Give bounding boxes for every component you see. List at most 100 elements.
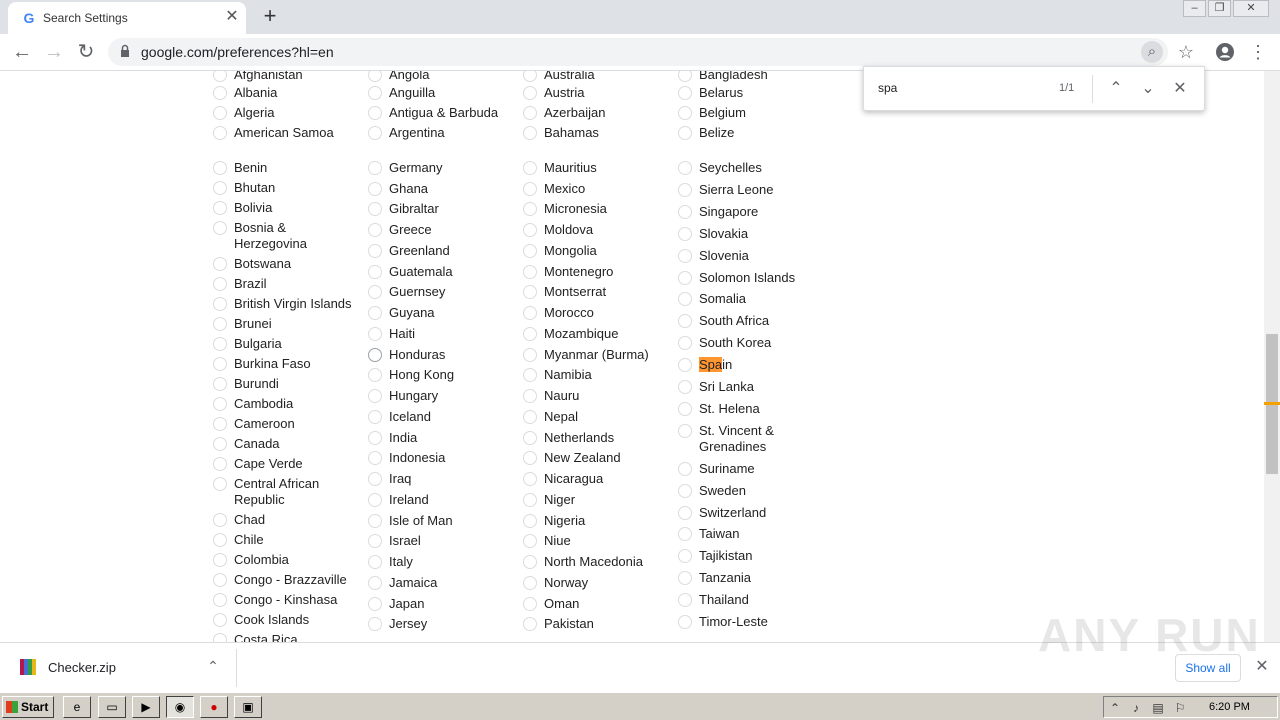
country-option[interactable]: Bosnia & Herzegovina	[213, 220, 359, 252]
radio-button[interactable]	[678, 86, 692, 100]
radio-button[interactable]	[368, 389, 382, 403]
radio-button[interactable]	[523, 244, 537, 258]
country-option[interactable]: Suriname	[678, 461, 809, 477]
forward-button[interactable]: →	[42, 40, 66, 64]
country-option[interactable]: Jamaica	[368, 575, 514, 591]
country-option[interactable]: Brunei	[213, 316, 359, 332]
download-file-name[interactable]: Checker.zip	[48, 660, 116, 675]
country-option[interactable]: Spain	[678, 357, 809, 373]
radio-button[interactable]	[523, 617, 537, 631]
country-option[interactable]: Slovakia	[678, 226, 809, 242]
country-option[interactable]: Solomon Islands	[678, 270, 809, 286]
country-option[interactable]: Mozambique	[523, 326, 669, 342]
radio-button[interactable]	[678, 205, 692, 219]
radio-button[interactable]	[368, 202, 382, 216]
radio-button[interactable]	[523, 576, 537, 590]
radio-button[interactable]	[368, 451, 382, 465]
country-option[interactable]: Iraq	[368, 471, 514, 487]
radio-button[interactable]	[678, 227, 692, 241]
radio-button[interactable]	[678, 161, 692, 175]
radio-button[interactable]	[523, 86, 537, 100]
country-option[interactable]: St. Helena	[678, 401, 809, 417]
country-option[interactable]: Mauritius	[523, 160, 669, 176]
radio-button[interactable]	[213, 417, 227, 431]
radio-button[interactable]	[678, 506, 692, 520]
country-option[interactable]: Guatemala	[368, 264, 514, 280]
radio-button[interactable]	[213, 277, 227, 291]
radio-button[interactable]	[213, 513, 227, 527]
bookmark-star-icon[interactable]: ☆	[1174, 40, 1198, 64]
radio-button[interactable]	[523, 285, 537, 299]
media-player-icon[interactable]: ▶	[132, 696, 160, 718]
tab-search-settings[interactable]: G Search Settings ✕	[8, 2, 246, 34]
country-option[interactable]: Nauru	[523, 388, 669, 404]
radio-button[interactable]	[213, 613, 227, 627]
country-option[interactable]: Ireland	[368, 492, 514, 508]
country-option[interactable]: Norway	[523, 575, 669, 591]
country-option[interactable]: Austria	[523, 85, 669, 101]
radio-button[interactable]	[368, 285, 382, 299]
country-option[interactable]: Central African Republic	[213, 476, 359, 508]
radio-button[interactable]	[523, 555, 537, 569]
restore-button[interactable]: ❐	[1208, 0, 1231, 17]
country-option[interactable]: Cambodia	[213, 396, 359, 412]
country-option[interactable]: Nigeria	[523, 513, 669, 529]
country-option[interactable]: Colombia	[213, 552, 359, 568]
country-option[interactable]: Botswana	[213, 256, 359, 272]
radio-button[interactable]	[213, 106, 227, 120]
radio-button[interactable]	[368, 555, 382, 569]
country-option[interactable]: Oman	[523, 596, 669, 612]
radio-button[interactable]	[368, 410, 382, 424]
radio-button[interactable]	[678, 424, 692, 438]
country-option[interactable]: Costa Rica	[213, 632, 359, 642]
radio-button[interactable]	[213, 337, 227, 351]
country-option[interactable]: Bolivia	[213, 200, 359, 216]
radio-button[interactable]	[523, 202, 537, 216]
country-option[interactable]: Ghana	[368, 181, 514, 197]
country-option[interactable]: Cameroon	[213, 416, 359, 432]
radio-button[interactable]	[523, 597, 537, 611]
find-in-page-icon[interactable]: ⌕	[1141, 41, 1163, 63]
radio-button[interactable]	[213, 553, 227, 567]
radio-button[interactable]	[523, 451, 537, 465]
country-option[interactable]: Burundi	[213, 376, 359, 392]
radio-button[interactable]	[523, 534, 537, 548]
find-next-chevron-down-icon[interactable]: ⌄	[1136, 77, 1160, 101]
country-option[interactable]: Montenegro	[523, 264, 669, 280]
country-option[interactable]: Greece	[368, 222, 514, 238]
radio-button[interactable]	[213, 161, 227, 175]
country-option[interactable]: Benin	[213, 160, 359, 176]
window-app-icon[interactable]: ▣	[234, 696, 262, 718]
country-option[interactable]: Congo - Kinshasa	[213, 592, 359, 608]
radio-button[interactable]	[213, 533, 227, 547]
country-option[interactable]: Sweden	[678, 483, 809, 499]
radio-button[interactable]	[678, 126, 692, 140]
country-option[interactable]: Guernsey	[368, 284, 514, 300]
radio-button[interactable]	[368, 182, 382, 196]
country-option[interactable]: Germany	[368, 160, 514, 176]
country-option[interactable]: American Samoa	[213, 125, 359, 141]
country-option[interactable]: Tanzania	[678, 570, 809, 586]
back-button[interactable]: ←	[10, 40, 34, 64]
radio-button[interactable]	[523, 126, 537, 140]
country-option[interactable]: Somalia	[678, 291, 809, 307]
country-option[interactable]: Hungary	[368, 388, 514, 404]
country-option[interactable]: Switzerland	[678, 505, 809, 521]
radio-button[interactable]	[213, 86, 227, 100]
country-option[interactable]: Anguilla	[368, 85, 514, 101]
radio-button[interactable]	[213, 397, 227, 411]
country-option[interactable]: Brazil	[213, 276, 359, 292]
radio-button[interactable]	[678, 358, 692, 372]
radio-button[interactable]	[368, 348, 382, 362]
country-option[interactable]: Chad	[213, 512, 359, 528]
country-option[interactable]: Sri Lanka	[678, 379, 809, 395]
country-option[interactable]: St. Vincent & Grenadines	[678, 423, 809, 455]
country-option[interactable]: Gibraltar	[368, 201, 514, 217]
ie-icon[interactable]: e	[63, 696, 91, 718]
radio-button[interactable]	[213, 297, 227, 311]
country-option[interactable]: Namibia	[523, 367, 669, 383]
country-option[interactable]: Pakistan	[523, 616, 669, 632]
radio-button[interactable]	[368, 244, 382, 258]
country-option[interactable]: Albania	[213, 85, 359, 101]
radio-button[interactable]	[678, 402, 692, 416]
